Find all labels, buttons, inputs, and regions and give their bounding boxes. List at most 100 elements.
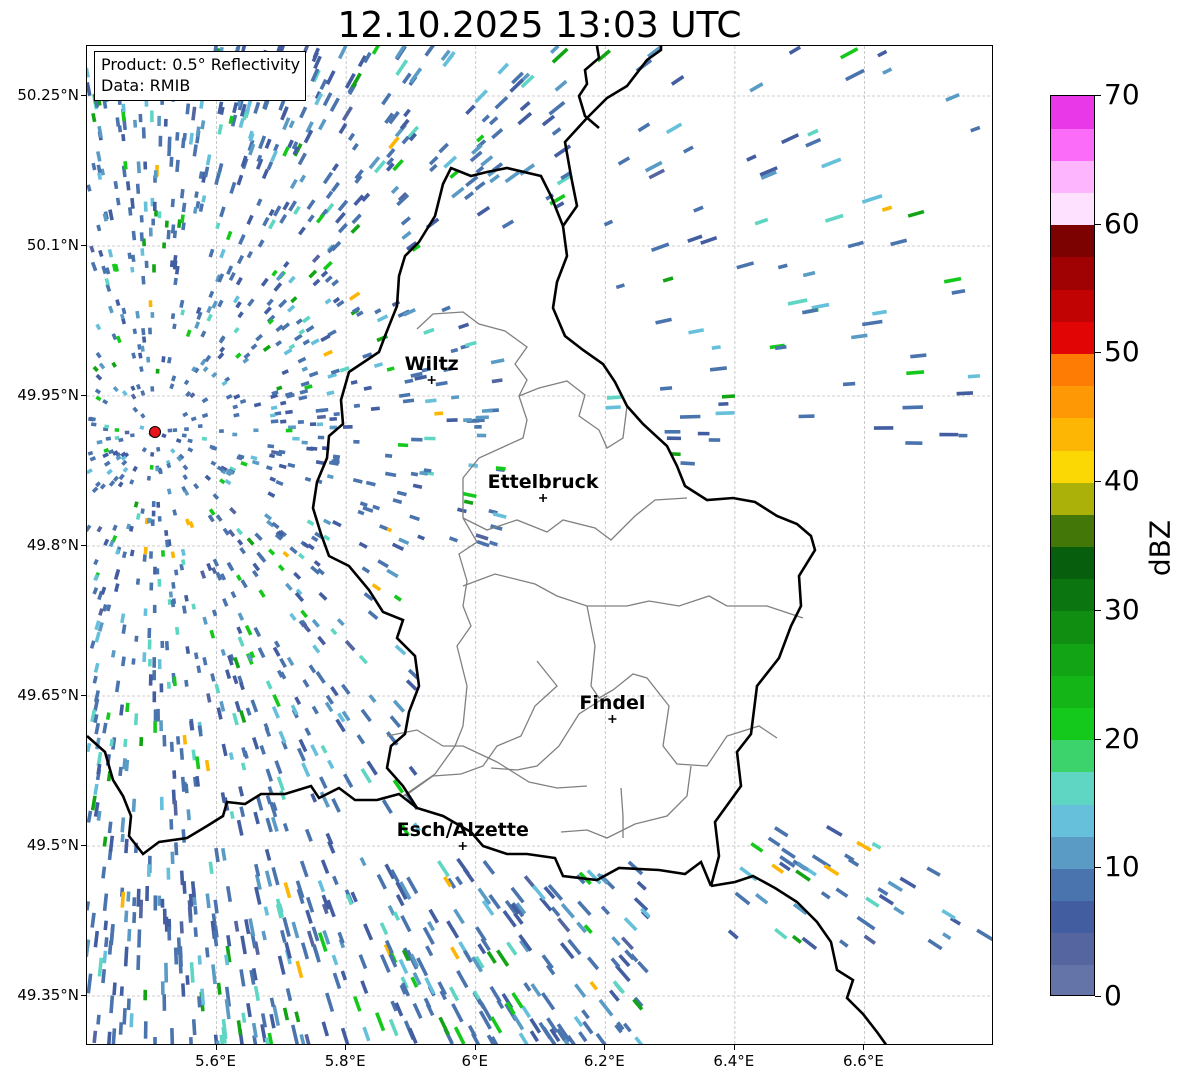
echo-cell bbox=[290, 704, 299, 716]
echo-cell bbox=[214, 847, 220, 863]
echo-cell bbox=[266, 161, 274, 171]
echo-cell bbox=[351, 213, 362, 225]
echo-cell bbox=[586, 956, 600, 971]
echo-cell bbox=[143, 608, 148, 617]
echo-cell bbox=[121, 390, 128, 397]
echo-cell bbox=[102, 399, 109, 405]
echo-cell bbox=[112, 524, 118, 532]
echo-cell bbox=[156, 708, 160, 722]
echo-cell bbox=[332, 875, 339, 886]
echo-cell bbox=[201, 195, 207, 203]
echo-cell bbox=[152, 657, 157, 668]
echo-cell bbox=[159, 720, 164, 732]
echo-cell bbox=[456, 507, 467, 514]
echo-cell bbox=[121, 459, 128, 466]
echo-cell bbox=[821, 157, 842, 169]
echo-cell bbox=[774, 927, 788, 940]
echo-cell bbox=[275, 340, 283, 347]
echo-cell bbox=[302, 315, 311, 324]
echo-cell bbox=[148, 658, 152, 667]
echo-cell bbox=[491, 128, 504, 140]
echo-cell bbox=[208, 248, 215, 258]
echo-cell bbox=[824, 213, 844, 223]
echo-cell bbox=[149, 582, 154, 591]
echo-cell bbox=[462, 949, 473, 964]
map-canvas[interactable]: Wiltz Ettelbruck Findel Esch/Alzette bbox=[87, 46, 993, 1045]
echo-cell bbox=[204, 474, 212, 481]
echo-cell bbox=[193, 482, 200, 490]
echo-cell bbox=[306, 446, 314, 451]
echo-cell bbox=[581, 1009, 590, 1020]
echo-cell bbox=[438, 142, 449, 154]
echo-cell bbox=[308, 664, 317, 674]
echo-cell bbox=[152, 264, 156, 273]
echo-cell bbox=[95, 323, 102, 331]
echo-cell bbox=[184, 594, 189, 602]
echo-cell bbox=[441, 305, 451, 313]
echo-cell bbox=[423, 997, 432, 1009]
echo-cell bbox=[252, 736, 260, 750]
colorbar-tick-label: 60 bbox=[1104, 206, 1140, 240]
echo-cell bbox=[221, 847, 227, 861]
echo-cell bbox=[123, 946, 129, 967]
city-marker-icon bbox=[608, 715, 617, 723]
echo-cell bbox=[269, 413, 276, 418]
echo-cell bbox=[181, 983, 186, 997]
echo-cell bbox=[603, 219, 614, 227]
canton-border bbox=[462, 573, 804, 619]
echo-cell bbox=[130, 433, 135, 438]
echo-cell bbox=[95, 373, 103, 381]
echo-cell bbox=[943, 276, 962, 284]
echo-cell bbox=[344, 639, 356, 652]
echo-cell bbox=[371, 46, 384, 55]
echo-cell bbox=[429, 163, 438, 173]
echo-cell bbox=[172, 323, 177, 330]
colorbar-segment bbox=[1051, 256, 1094, 290]
echo-cell bbox=[332, 520, 342, 528]
echo-cell bbox=[131, 352, 137, 359]
echo-cell bbox=[423, 327, 435, 335]
echo-cell bbox=[235, 276, 243, 286]
echo-cell bbox=[174, 626, 180, 635]
colorbar-segment bbox=[1051, 224, 1094, 258]
echo-cell bbox=[129, 1013, 134, 1028]
echo-cell bbox=[285, 582, 293, 591]
echo-cell bbox=[279, 657, 287, 668]
echo-cell bbox=[190, 416, 197, 422]
echo-cell bbox=[486, 950, 497, 964]
colorbar-tick-label: 0 bbox=[1104, 979, 1122, 1012]
echo-cell bbox=[105, 436, 112, 441]
colorbar-segment bbox=[1051, 643, 1094, 676]
echo-cell bbox=[102, 836, 108, 847]
echo-cell bbox=[902, 405, 924, 410]
echo-cell bbox=[205, 893, 211, 909]
echo-cell bbox=[370, 406, 380, 411]
echo-cell bbox=[278, 730, 287, 744]
echo-cell bbox=[188, 1036, 194, 1044]
echo-cell bbox=[291, 921, 300, 939]
echo-cell bbox=[102, 893, 109, 912]
echo-cell bbox=[174, 569, 179, 576]
lat-tick-label: 49.35°N bbox=[17, 986, 79, 1004]
echo-cell bbox=[386, 366, 395, 372]
echo-cell bbox=[905, 441, 923, 446]
echo-cell bbox=[267, 491, 276, 498]
radar-map[interactable]: Wiltz Ettelbruck Findel Esch/Alzette bbox=[86, 45, 993, 1045]
echo-cell bbox=[320, 270, 329, 278]
echo-cell bbox=[107, 249, 114, 258]
echo-cell bbox=[157, 895, 162, 906]
echo-cell bbox=[265, 465, 273, 471]
echo-cell bbox=[679, 414, 701, 419]
echo-cell bbox=[267, 444, 275, 449]
echo-cell bbox=[210, 673, 216, 682]
echo-cell bbox=[145, 885, 150, 902]
echo-cell bbox=[144, 260, 149, 268]
colorbar bbox=[1050, 95, 1095, 996]
echo-cell bbox=[268, 548, 276, 556]
echo-cell bbox=[185, 646, 191, 654]
echo-cell bbox=[108, 480, 116, 487]
echo-cell bbox=[409, 67, 423, 84]
echo-cell bbox=[398, 392, 411, 398]
echo-cell bbox=[121, 551, 127, 559]
echo-cell bbox=[112, 982, 117, 996]
